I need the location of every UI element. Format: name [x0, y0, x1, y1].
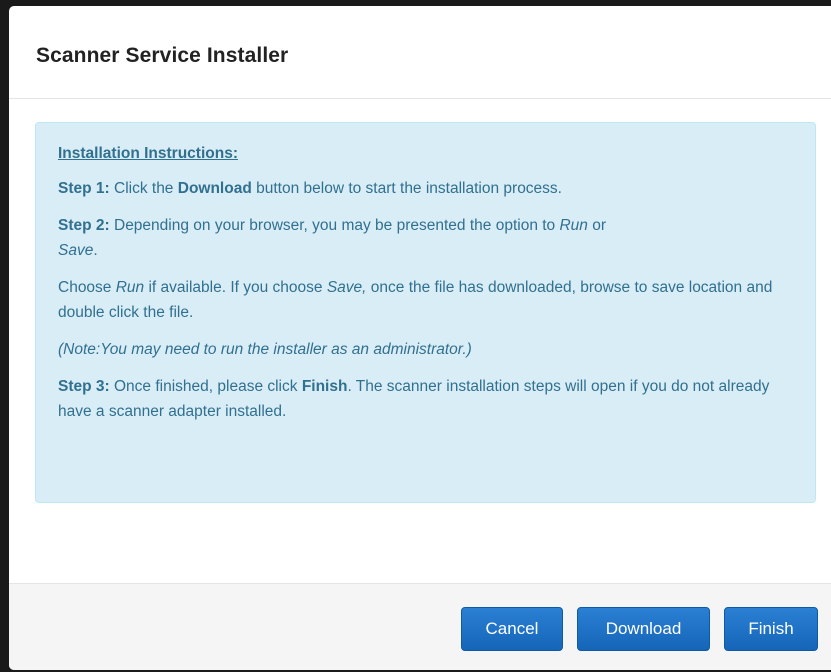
instructions-heading: Installation Instructions:	[58, 145, 238, 162]
step-1-text-after: button below to start the installation p…	[251, 180, 562, 197]
dialog-title: Scanner Service Installer	[36, 44, 289, 67]
step-2-label: Step 2:	[58, 217, 110, 234]
installer-dialog: Scanner Service Installer Installation I…	[9, 6, 831, 670]
step-2-or: or	[587, 217, 607, 234]
choose-text-1: Choose	[58, 279, 116, 296]
admin-note-text: (Note:You may need to run the installer …	[58, 341, 472, 358]
dialog-footer: Cancel Download Finish	[9, 583, 831, 670]
step-2-end: .	[93, 242, 98, 259]
cancel-button[interactable]: Cancel	[461, 607, 563, 651]
step-1: Step 1: Click the Download button below …	[58, 176, 793, 201]
download-button[interactable]: Download	[577, 607, 710, 651]
choose-instructions: Choose Run if available. If you choose S…	[58, 275, 793, 325]
instructions-panel: Installation Instructions: Step 1: Click…	[35, 122, 816, 503]
step-1-label: Step 1:	[58, 180, 110, 197]
step-3-finish-word: Finish	[301, 378, 348, 395]
dialog-header: Scanner Service Installer	[9, 6, 831, 99]
choose-text-2: if available. If you choose	[144, 279, 327, 296]
window-frame: Scanner Service Installer Installation I…	[0, 0, 831, 672]
step-1-text-before: Click the	[109, 180, 178, 197]
step-2-run-word: Run	[559, 217, 588, 234]
finish-button[interactable]: Finish	[724, 607, 818, 651]
step-3: Step 3: Once finished, please click Fini…	[58, 374, 793, 424]
choose-run-word: Run	[115, 279, 145, 296]
step-2-save-word: Save	[58, 242, 94, 259]
step-2: Step 2: Depending on your browser, you m…	[58, 213, 793, 263]
step-3-label: Step 3:	[58, 378, 110, 395]
step-1-download-word: Download	[177, 180, 252, 197]
step-3-text-before: Once finished, please click	[109, 378, 302, 395]
admin-note: (Note:You may need to run the installer …	[58, 337, 793, 362]
choose-save-word: Save,	[326, 279, 367, 296]
step-2-text-before: Depending on your browser, you may be pr…	[109, 217, 560, 234]
